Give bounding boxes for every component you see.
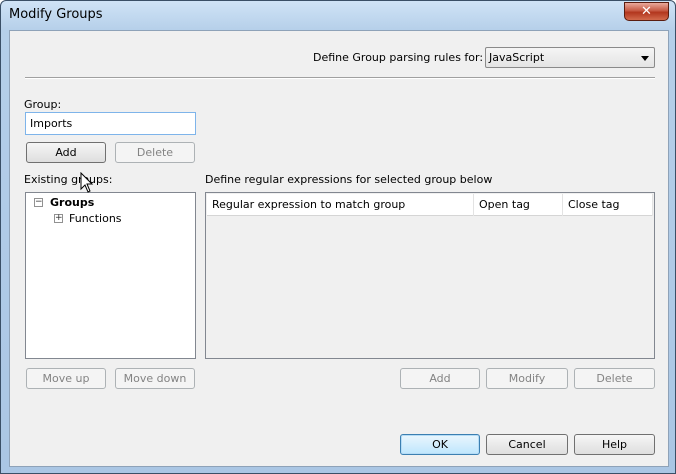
ok-button[interactable]: OK [400, 434, 480, 455]
delete-group-button[interactable]: Delete [115, 142, 195, 163]
separator [25, 77, 655, 79]
close-icon: ✕ [641, 4, 652, 19]
collapse-icon[interactable]: − [34, 198, 43, 207]
group-label: Group: [24, 98, 62, 111]
move-down-label: Move down [123, 372, 187, 385]
cancel-label: Cancel [508, 438, 546, 451]
language-select[interactable]: JavaScript [485, 47, 655, 68]
delete-regex-label: Delete [596, 372, 633, 385]
parsing-rules-label: Define Group parsing rules for: [313, 51, 484, 64]
window-title: Modify Groups [9, 7, 103, 22]
tree-node-root[interactable]: Groups [50, 196, 94, 209]
help-label: Help [601, 438, 628, 451]
help-button[interactable]: Help [574, 434, 655, 455]
regex-table[interactable]: Regular expression to match group Open t… [205, 192, 655, 359]
move-up-button[interactable]: Move up [26, 368, 106, 389]
ok-label: OK [432, 438, 448, 451]
regex-table-header: Regular expression to match group Open t… [207, 194, 653, 216]
groups-tree[interactable]: − Groups + Functions [25, 192, 196, 359]
add-regex-label: Add [429, 372, 451, 385]
column-header-close-tag[interactable]: Close tag [563, 194, 653, 216]
modify-groups-window: Modify Groups ✕ Define Group parsing rul… [0, 0, 676, 474]
dialog-body: Define Group parsing rules for: JavaScri… [9, 30, 669, 467]
modify-regex-button[interactable]: Modify [486, 368, 568, 389]
mouse-cursor-icon [80, 172, 94, 193]
expand-icon[interactable]: + [54, 214, 63, 223]
delete-regex-button[interactable]: Delete [574, 368, 655, 389]
language-select-value: JavaScript [489, 51, 545, 64]
add-regex-button[interactable]: Add [400, 368, 480, 389]
group-name-value: Imports [30, 117, 73, 130]
add-group-label: Add [55, 146, 77, 159]
add-group-button[interactable]: Add [26, 142, 106, 163]
move-up-label: Move up [42, 372, 90, 385]
tree-node-functions[interactable]: Functions [69, 212, 122, 225]
column-header-open-tag[interactable]: Open tag [474, 194, 563, 216]
group-name-input[interactable]: Imports [25, 112, 196, 135]
existing-groups-label: Existing groups: [24, 173, 113, 186]
column-header-regex[interactable]: Regular expression to match group [207, 194, 474, 216]
regex-section-label: Define regular expressions for selected … [205, 173, 493, 186]
modify-regex-label: Modify [508, 372, 546, 385]
move-down-button[interactable]: Move down [115, 368, 195, 389]
delete-group-label: Delete [136, 146, 174, 159]
chevron-down-icon [641, 56, 649, 61]
close-button[interactable]: ✕ [624, 2, 669, 21]
cancel-button[interactable]: Cancel [486, 434, 568, 455]
